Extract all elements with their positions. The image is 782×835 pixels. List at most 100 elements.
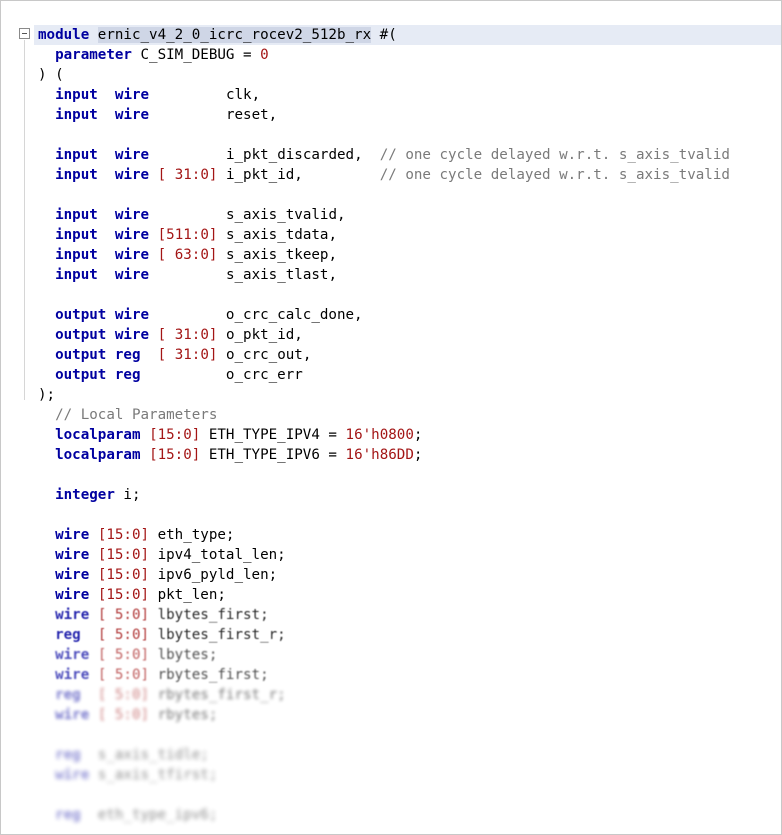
literal-token: [ 5:0] xyxy=(97,707,150,723)
literal-token: [15:0] xyxy=(97,567,150,583)
code-line: wire [15:0] eth_type; xyxy=(38,525,781,545)
literal-token: [ 31:0] xyxy=(157,167,218,183)
code-token: s_axis_tidle; xyxy=(80,747,209,763)
keyword-token: reg xyxy=(114,347,141,363)
keyword-token: output xyxy=(55,367,107,383)
keyword-token: wire xyxy=(114,227,150,243)
literal-token: [ 31:0] xyxy=(157,327,218,343)
keyword-token: localparam xyxy=(55,427,141,443)
literal-token: [ 5:0] xyxy=(97,687,150,703)
code-token: pkt_len; xyxy=(149,587,226,603)
literal-token: [ 5:0] xyxy=(97,607,150,623)
keyword-token: input xyxy=(55,167,98,183)
code-token: rbytes_first; xyxy=(149,667,269,683)
code-token: clk, xyxy=(149,87,261,103)
code-token: s_axis_tfirst; xyxy=(89,767,218,783)
module-name-highlight: ernic_v4_2_0_icrc_rocev2_512b_rx xyxy=(97,27,372,43)
keyword-token: wire xyxy=(55,587,90,603)
fold-collapse-icon[interactable] xyxy=(19,28,30,39)
code-token: lbytes; xyxy=(149,647,218,663)
keyword-token: wire xyxy=(114,267,150,283)
code-token: ) ( xyxy=(38,67,64,83)
code-line: reg [ 5:0] lbytes_first_r; xyxy=(38,625,781,645)
code-token: s_axis_tlast, xyxy=(149,267,337,283)
fold-guide-line xyxy=(24,40,25,400)
code-token: #( xyxy=(371,27,397,43)
keyword-token: localparam xyxy=(55,447,141,463)
code-token: ETH_TYPE_IPV6 = xyxy=(200,447,346,463)
keyword-token: wire xyxy=(114,247,150,263)
code-token: i; xyxy=(114,487,141,503)
code-token: ; xyxy=(413,447,423,463)
code-token: lbytes_first_r; xyxy=(149,627,286,643)
code-token: ); xyxy=(38,387,56,403)
keyword-token: wire xyxy=(55,707,90,723)
keyword-token: output xyxy=(55,347,107,363)
keyword-token: input xyxy=(55,247,98,263)
keyword-token: wire xyxy=(114,207,150,223)
code-line: input wire s_axis_tvalid, xyxy=(38,205,781,225)
literal-token: 16'h0800 xyxy=(345,427,414,443)
keyword-token: reg xyxy=(114,367,141,383)
code-line: integer i; xyxy=(38,485,781,505)
code-token: rbytes; xyxy=(149,707,218,723)
keyword-token: module xyxy=(38,27,90,43)
code-token: rbytes_first_r; xyxy=(149,687,286,703)
literal-token: [ 5:0] xyxy=(97,647,150,663)
code-line: parameter C_SIM_DEBUG = 0 xyxy=(38,45,781,65)
literal-token: [ 63:0] xyxy=(157,247,218,263)
literal-token: [15:0] xyxy=(149,427,201,443)
code-line: reg eth_type_ipv6; xyxy=(38,805,781,825)
code-line: input wire [ 31:0] i_pkt_id, // one cycl… xyxy=(38,165,781,185)
keyword-token: output xyxy=(55,307,107,323)
code-line: wire [15:0] ipv6_pyld_len; xyxy=(38,565,781,585)
keyword-token: reg xyxy=(55,807,81,823)
code-line: wire [ 5:0] lbytes_first; xyxy=(38,605,781,625)
code-line: wire s_axis_tfirst; xyxy=(38,765,781,785)
code-token: eth_type; xyxy=(149,527,235,543)
code-line: wire [15:0] pkt_len; xyxy=(38,585,781,605)
keyword-token: parameter xyxy=(55,47,132,63)
code-area[interactable]: module ernic_v4_2_0_icrc_rocev2_512b_rx … xyxy=(34,25,781,825)
keyword-token: wire xyxy=(55,607,90,623)
keyword-token: wire xyxy=(55,567,90,583)
code-editor[interactable]: module ernic_v4_2_0_icrc_rocev2_512b_rx … xyxy=(0,0,782,835)
keyword-token: reg xyxy=(55,687,81,703)
keyword-token: wire xyxy=(55,527,90,543)
code-line: input wire s_axis_tlast, xyxy=(38,265,781,285)
code-token: eth_type_ipv6; xyxy=(80,807,218,823)
